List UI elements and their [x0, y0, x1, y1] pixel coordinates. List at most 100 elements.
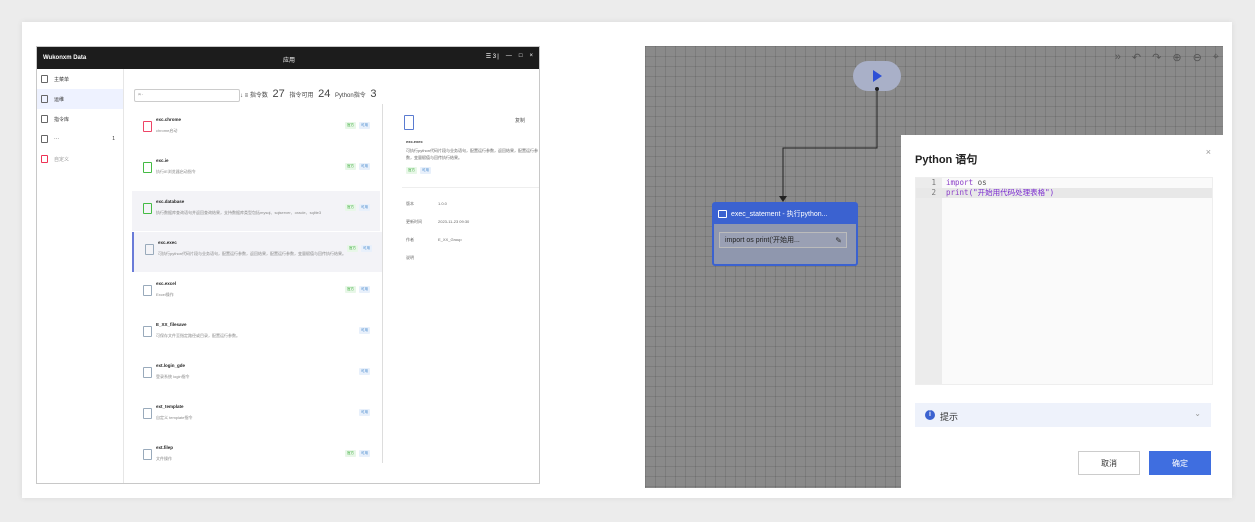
- code-line: 1 import os: [916, 178, 1212, 188]
- copy-button[interactable]: 复制: [515, 117, 525, 124]
- item-name: exc.database: [156, 199, 185, 204]
- sidebar: 主菜单 运维 指令库 ··· 1 自定义: [37, 69, 124, 483]
- custom-icon: [41, 155, 48, 163]
- detail-name: exc.exec: [406, 139, 423, 144]
- sidebar-item-label: 自定义: [54, 156, 70, 163]
- menu-icon: [41, 75, 48, 83]
- code-text: os: [973, 178, 987, 187]
- detail-key: 作者: [406, 237, 414, 242]
- available-badge: 可用: [359, 204, 370, 211]
- stats-bar: ↓ ≡ 指令数 27 指令可用 24 Python指令 3: [240, 88, 380, 100]
- detail-row-author: 作者 E_XX_Group: [406, 237, 462, 243]
- window-title: 应用: [283, 58, 296, 64]
- item-desc: Excel操作: [156, 292, 174, 297]
- sidebar-item-library[interactable]: 指令库: [37, 109, 123, 129]
- chevron-down-icon[interactable]: ⌄: [1194, 409, 1201, 418]
- stat-python: 3: [370, 88, 377, 100]
- available-badge: 可用: [359, 163, 370, 170]
- detail-key: 更新时间: [406, 219, 422, 224]
- item-desc: 执行IE浏览器启动指令: [156, 169, 196, 174]
- sidebar-item-custom[interactable]: 自定义: [37, 149, 123, 169]
- line-number: 1: [931, 178, 936, 187]
- available-badge: 可用: [359, 286, 370, 293]
- line-number: 2: [931, 188, 936, 197]
- detail-row-version: 版本 1.0.0: [406, 201, 447, 207]
- item-name: exc.exec: [158, 240, 177, 245]
- detail-value: E_XX_Group: [438, 237, 462, 242]
- divider: [402, 187, 539, 188]
- python-statement-dialog: Python 语句 × 1 import os 2 print("开始用代码处理表格…: [901, 135, 1223, 488]
- list-item[interactable]: ext.login_gde 登录系统 login指令 可用: [132, 355, 380, 395]
- stats-label: 指令可用: [289, 93, 314, 99]
- sidebar-item-label: 指令库: [54, 116, 70, 123]
- app-title: Wukonxm Data: [43, 55, 87, 61]
- available-badge: 可用: [361, 245, 372, 252]
- exec-statement-node[interactable]: exec_statement - 执行python... import os p…: [712, 202, 858, 266]
- available-badge: 可用: [359, 327, 370, 334]
- detail-value: 2023-11-23 09:30: [438, 219, 470, 224]
- item-name: exc.ie: [156, 158, 169, 163]
- command-icon: [143, 285, 152, 296]
- edit-icon[interactable]: ✎: [835, 236, 842, 245]
- cancel-button[interactable]: 取消: [1078, 451, 1140, 475]
- command-icon: [143, 121, 152, 132]
- dialog-title: Python 语句: [915, 154, 978, 166]
- close-icon[interactable]: ×: [1206, 147, 1211, 157]
- window-controls: ☰ 3 | — □ ×: [486, 53, 533, 60]
- list-item[interactable]: exc.excel Excel操作 官方 可用: [132, 273, 380, 313]
- list-item[interactable]: E_XX_filesave 可保存文件至指定路径或目录，配置运行参数。 可用: [132, 314, 380, 354]
- file-icon: [41, 135, 48, 143]
- list-item[interactable]: ext.filep 文件操作 官方 可用: [132, 437, 380, 477]
- flow-canvas[interactable]: » ↶ ↷ ⊕ ⊖ ⌖ exec_statement - 执行python...…: [645, 46, 1223, 488]
- sidebar-item-main[interactable]: 主菜单: [37, 69, 123, 89]
- sidebar-item-ops[interactable]: 运维: [37, 89, 123, 109]
- node-title: exec_statement - 执行python...: [731, 211, 828, 218]
- sidebar-item-label: 运维: [54, 96, 65, 103]
- maximize-button[interactable]: □: [519, 53, 523, 60]
- scrollbar[interactable]: [382, 104, 383, 463]
- code-line: 2 print("开始用代码处理表格"): [916, 188, 1212, 198]
- official-badge: 官方: [406, 167, 417, 174]
- stat-total: 27: [272, 88, 285, 100]
- stat-available: 24: [318, 88, 331, 100]
- list-item[interactable]: exc.exec 可执行python代码片段与业务语句，配置运行参数，返回结果，…: [132, 232, 382, 272]
- sidebar-item-count: 1: [112, 136, 115, 142]
- available-badge: 可用: [420, 167, 431, 174]
- item-name: exc.chrome: [156, 117, 182, 122]
- tip-panel[interactable]: i 提示 ⌄: [915, 403, 1211, 427]
- available-badge: 可用: [359, 122, 370, 129]
- item-desc: 登录系统 login指令: [156, 374, 190, 379]
- confirm-button[interactable]: 确定: [1149, 451, 1211, 475]
- command-icon: [145, 244, 154, 255]
- official-badge: 官方: [347, 245, 358, 252]
- clear-icon[interactable]: ×: [138, 92, 236, 98]
- sidebar-item-more[interactable]: ··· 1: [37, 129, 123, 149]
- item-desc: 可保存文件至指定路径或目录，配置运行参数。: [156, 333, 240, 338]
- list-item[interactable]: exc.ie 执行IE浏览器启动指令 官方 可用: [132, 150, 380, 190]
- list-item[interactable]: exc.database 执行数据库查询语句并返回查询结果，支持数据库类型包括m…: [132, 191, 380, 231]
- detail-row-updated: 更新时间 2023-11-23 09:30: [406, 219, 469, 225]
- item-name: exc.excel: [156, 281, 177, 286]
- command-icon: [143, 203, 152, 214]
- item-name: E_XX_filesave: [156, 322, 187, 327]
- item-name: ext.filep: [156, 445, 174, 450]
- minimize-button[interactable]: —: [506, 53, 512, 60]
- item-desc: 自定义 template指令: [156, 415, 193, 420]
- list-item[interactable]: ext_template 自定义 template指令 可用: [132, 396, 380, 436]
- close-button[interactable]: ×: [529, 53, 533, 60]
- available-badge: 可用: [359, 409, 370, 416]
- detail-key: 版本: [406, 201, 414, 206]
- stats-label: ↓ ≡ 指令数: [240, 93, 268, 99]
- grid-icon: [41, 95, 48, 103]
- code-editor[interactable]: 1 import os 2 print("开始用代码处理表格"): [915, 177, 1213, 385]
- menu-control[interactable]: ☰ 3 |: [486, 53, 499, 60]
- stats-label: Python指令: [335, 93, 366, 99]
- search-input[interactable]: ··· ×: [134, 89, 240, 102]
- item-desc: 文件操作: [156, 456, 172, 461]
- node-body[interactable]: import os print('开始用... ✎: [719, 232, 847, 248]
- item-name: ext.login_gde: [156, 363, 186, 368]
- command-icon: [143, 408, 152, 419]
- app-window: Wukonxm Data 应用 ☰ 3 | — □ × 主菜单 运维 指令库 ·…: [36, 46, 540, 484]
- list-item[interactable]: exc.chrome chrome启动 官方 可用: [132, 109, 380, 149]
- library-icon: [41, 115, 48, 123]
